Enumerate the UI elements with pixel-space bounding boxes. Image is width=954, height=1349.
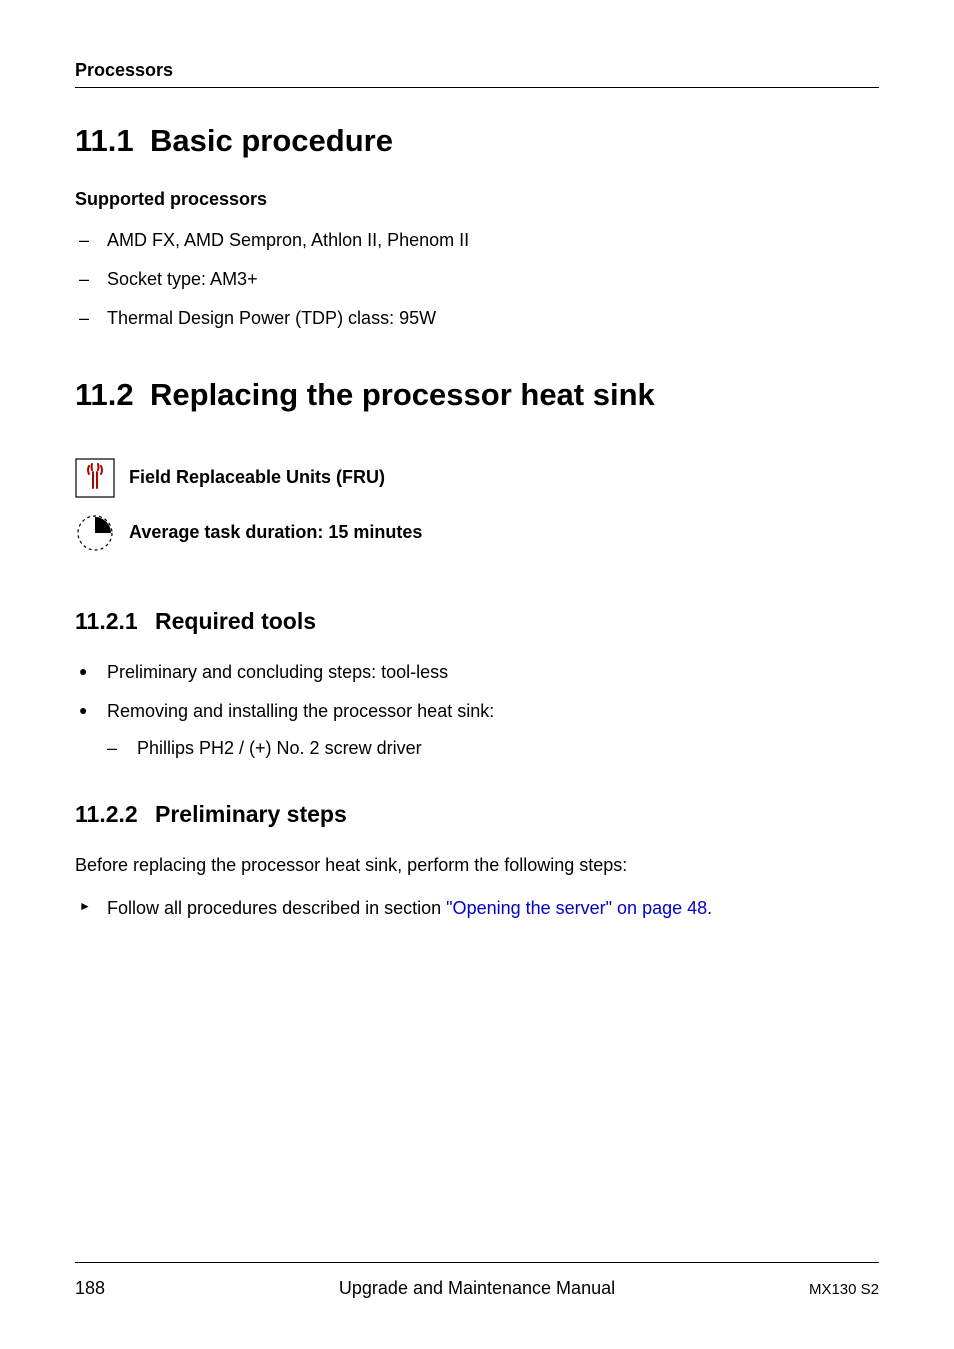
preliminary-intro: Before replacing the processor heat sink… — [75, 853, 879, 878]
section-11-2-title: Replacing the processor heat sink — [150, 377, 655, 412]
sub-list: Phillips PH2 / (+) No. 2 screw driver — [107, 736, 879, 761]
section-11-2-1-title: Required tools — [155, 608, 316, 634]
preliminary-steps-list: Follow all procedures described in secti… — [79, 896, 879, 921]
list-item: Preliminary and concluding steps: tool-l… — [79, 660, 879, 685]
fru-info-row: Field Replaceable Units (FRU) — [75, 458, 879, 498]
supported-processors-subheading: Supported processors — [75, 189, 879, 210]
footer-model: MX130 S2 — [809, 1281, 879, 1298]
list-item: Socket type: AM3+ — [79, 267, 879, 292]
header-section-label: Processors — [75, 60, 879, 81]
footer-center-text: Upgrade and Maintenance Manual — [339, 1278, 615, 1299]
section-11-1-title: Basic procedure — [150, 123, 393, 158]
list-item: Removing and installing the processor he… — [79, 699, 879, 761]
fru-label: Field Replaceable Units (FRU) — [129, 467, 385, 488]
clock-icon — [75, 513, 115, 553]
section-11-1-number: 11.1 — [75, 123, 150, 159]
required-tools-list: Preliminary and concluding steps: tool-l… — [79, 660, 879, 762]
page-footer: 188 Upgrade and Maintenance Manual MX130… — [75, 1262, 879, 1299]
section-11-2-2-title: Preliminary steps — [155, 801, 347, 827]
step-text-suffix: . — [707, 898, 712, 918]
section-11-2-2-heading: 11.2.2Preliminary steps — [75, 801, 879, 828]
fru-icon — [75, 458, 115, 498]
step-text-prefix: Follow all procedures described in secti… — [107, 898, 446, 918]
section-11-2-1-heading: 11.2.1Required tools — [75, 608, 879, 635]
list-item: Thermal Design Power (TDP) class: 95W — [79, 306, 879, 331]
section-11-2-heading: 11.2Replacing the processor heat sink — [75, 377, 879, 413]
header-divider — [75, 87, 879, 88]
footer-divider — [75, 1262, 879, 1263]
list-item: Follow all procedures described in secti… — [79, 896, 879, 921]
opening-server-link[interactable]: "Opening the server" on page 48 — [446, 898, 707, 918]
list-item: Phillips PH2 / (+) No. 2 screw driver — [107, 736, 879, 761]
section-11-2-2-number: 11.2.2 — [75, 801, 155, 828]
list-item: AMD FX, AMD Sempron, Athlon II, Phenom I… — [79, 228, 879, 253]
page-number: 188 — [75, 1278, 105, 1299]
duration-info-row: Average task duration: 15 minutes — [75, 513, 879, 553]
duration-label: Average task duration: 15 minutes — [129, 522, 422, 543]
section-11-2-number: 11.2 — [75, 377, 150, 413]
supported-processors-list: AMD FX, AMD Sempron, Athlon II, Phenom I… — [79, 228, 879, 332]
section-11-1-heading: 11.1Basic procedure — [75, 123, 879, 159]
list-item-text: Removing and installing the processor he… — [107, 701, 494, 721]
section-11-2-1-number: 11.2.1 — [75, 608, 155, 635]
